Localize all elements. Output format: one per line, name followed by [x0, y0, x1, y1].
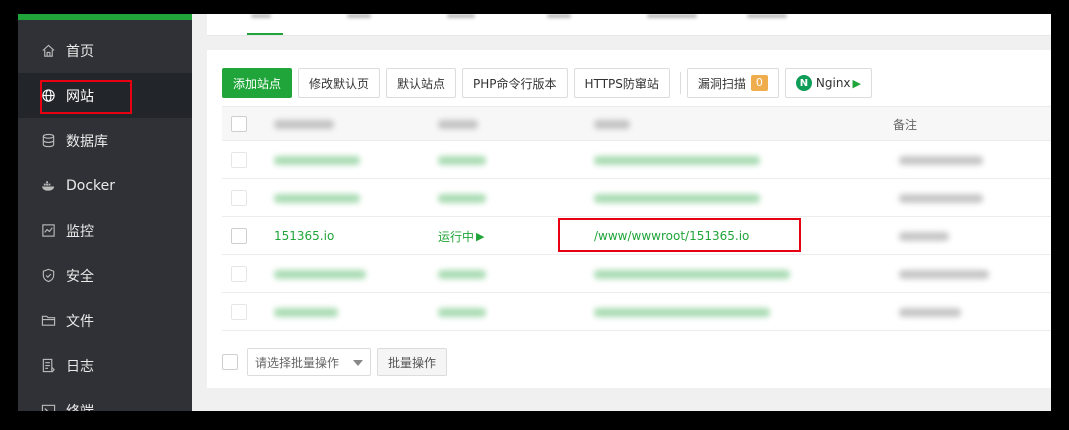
header-remark: 备注 [893, 118, 918, 132]
sidebar-item-label: 监控 [66, 223, 94, 240]
default-site-button[interactable]: 默认站点 [386, 68, 457, 98]
batch-footer: 请选择批量操作 批量操作 [222, 348, 453, 376]
footer-select-all-checkbox[interactable] [222, 354, 238, 370]
php-cli-version-button[interactable]: PHP命令行版本 [462, 68, 568, 98]
sidebar-item-security[interactable]: 安全 [18, 253, 192, 298]
app-window: 首页 网站 数据库 Docker 监控 安全 文件 日志 添加站点 修改默认页 … [18, 14, 1051, 411]
edit-default-page-button[interactable]: 修改默认页 [298, 68, 381, 98]
toolbar: 添加站点 修改默认页 默认站点 PHP命令行版本 HTTPS防窜站 漏洞扫描 0… [222, 68, 878, 98]
site-table: 备注 151365.io 运行中 ▶ /www/wwwroot/151365.i… [222, 106, 1051, 331]
row-checkbox[interactable] [231, 228, 247, 244]
sidebar-item-monitor[interactable]: 监控 [18, 208, 192, 253]
table-row [222, 141, 1051, 179]
sidebar-item-home[interactable]: 首页 [18, 28, 192, 73]
sidebar-item-label: 安全 [66, 268, 94, 285]
site-name-link[interactable]: 151365.io [274, 217, 334, 255]
row-checkbox[interactable] [231, 304, 247, 320]
sidebar-item-label: 数据库 [66, 133, 108, 150]
sidebar-item-logs[interactable]: 日志 [18, 343, 192, 388]
vuln-scan-label: 漏洞扫描 [697, 76, 746, 91]
monitor-icon [40, 223, 56, 239]
tab-active-indicator [247, 33, 283, 35]
batch-select-placeholder: 请选择批量操作 [255, 355, 340, 370]
select-all-checkbox[interactable] [231, 116, 247, 132]
row-checkbox[interactable] [231, 152, 247, 168]
status-label: 运行中 [438, 229, 475, 244]
vuln-scan-button[interactable]: 漏洞扫描 0 [686, 68, 779, 98]
sidebar-item-files[interactable]: 文件 [18, 298, 192, 343]
table-row [222, 293, 1051, 331]
batch-operation-select[interactable]: 请选择批量操作 [247, 348, 371, 376]
chevron-down-icon [353, 360, 363, 366]
batch-operation-button[interactable]: 批量操作 [377, 348, 448, 376]
table-header: 备注 [222, 106, 1051, 141]
folder-icon [40, 313, 56, 329]
row-checkbox[interactable] [231, 190, 247, 206]
sidebar-item-label: 日志 [66, 358, 94, 375]
shield-icon [40, 268, 56, 284]
sidebar-item-label: Docker [66, 177, 116, 194]
table-row [222, 179, 1051, 217]
log-icon [40, 358, 56, 374]
database-icon [40, 133, 56, 149]
sidebar-item-terminal[interactable]: 终端 [18, 388, 192, 411]
main-content: 添加站点 修改默认页 默认站点 PHP命令行版本 HTTPS防窜站 漏洞扫描 0… [192, 14, 1051, 411]
row-checkbox[interactable] [231, 266, 247, 282]
nginx-icon: N [795, 75, 812, 91]
annotation-box-website [40, 80, 132, 114]
sidebar-item-label: 文件 [66, 313, 94, 330]
nginx-label: Nginx [815, 76, 851, 90]
table-row-highlighted: 151365.io 运行中 ▶ /www/wwwroot/151365.io [222, 217, 1051, 255]
play-icon: ▶ [476, 229, 485, 243]
annotation-box-path [558, 218, 801, 252]
site-status[interactable]: 运行中 ▶ [438, 217, 484, 255]
sidebar-item-label: 首页 [66, 43, 94, 60]
sidebar: 首页 网站 数据库 Docker 监控 安全 文件 日志 [18, 14, 192, 411]
sidebar-item-database[interactable]: 数据库 [18, 118, 192, 163]
site-panel: 添加站点 修改默认页 默认站点 PHP命令行版本 HTTPS防窜站 漏洞扫描 0… [207, 50, 1051, 388]
table-row [222, 255, 1051, 293]
nginx-button[interactable]: N Nginx ▶ [784, 68, 872, 98]
add-site-button[interactable]: 添加站点 [222, 68, 293, 98]
sidebar-item-docker[interactable]: Docker [18, 163, 192, 208]
play-icon: ▶ [852, 76, 861, 90]
tab-bar [207, 14, 1051, 36]
vuln-count-badge: 0 [750, 75, 768, 91]
terminal-icon [40, 403, 56, 411]
home-icon [40, 43, 56, 59]
docker-icon [40, 178, 56, 194]
sidebar-item-label: 终端 [66, 401, 94, 412]
toolbar-divider [679, 72, 681, 94]
https-firewall-button[interactable]: HTTPS防窜站 [573, 68, 670, 98]
